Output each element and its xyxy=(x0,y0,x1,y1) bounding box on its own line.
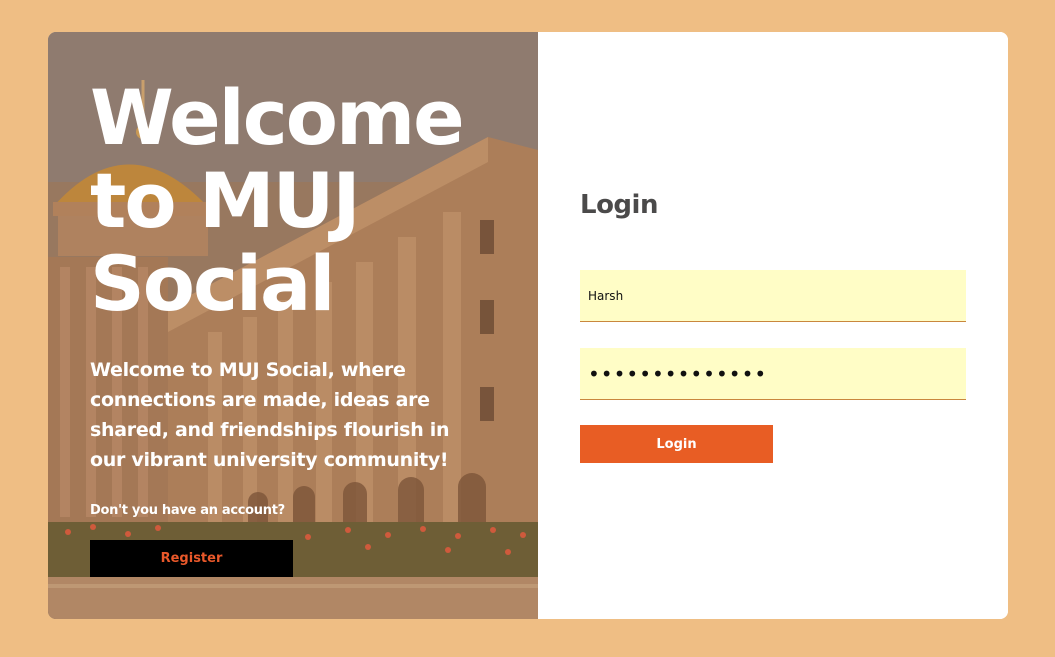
password-field[interactable] xyxy=(580,348,966,400)
welcome-title-line-1: Welcome xyxy=(90,73,465,162)
no-account-text: Don't you have an account? xyxy=(90,503,285,518)
register-button[interactable]: Register xyxy=(90,540,293,577)
welcome-panel: Welcome to MUJ Social Welcome to MUJ Soc… xyxy=(48,32,538,619)
welcome-title: Welcome to MUJ Social xyxy=(90,76,510,325)
login-title: Login xyxy=(580,190,658,220)
welcome-description: Welcome to MUJ Social, where connections… xyxy=(90,359,450,471)
username-field[interactable] xyxy=(580,270,966,322)
login-button[interactable]: Login xyxy=(580,425,773,463)
login-card: Welcome to MUJ Social Welcome to MUJ Soc… xyxy=(48,32,1008,619)
login-panel: Login Login xyxy=(538,32,1008,619)
welcome-title-line-3: Social xyxy=(90,239,335,328)
welcome-text-block: Welcome to MUJ Social Welcome to MUJ Soc… xyxy=(90,76,510,518)
welcome-title-line-2: to MUJ xyxy=(90,156,361,245)
